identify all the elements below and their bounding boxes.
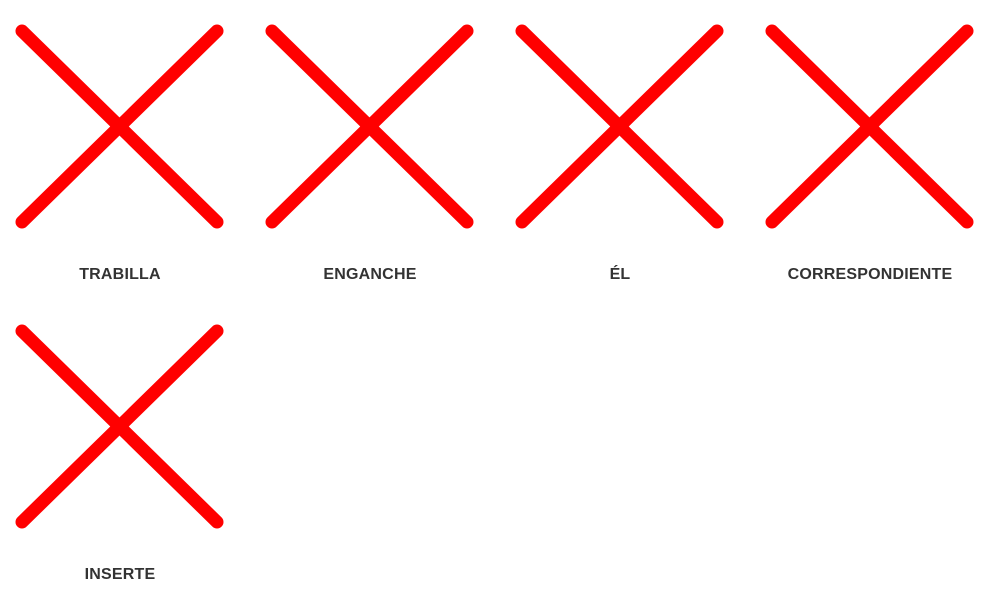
close-icon (15, 24, 224, 229)
word-label: TRABILLA (79, 266, 161, 283)
word-label: INSERTE (84, 566, 156, 583)
word-card[interactable]: TRABILLA (0, 0, 240, 300)
word-label: CORRESPONDIENTE (787, 266, 953, 283)
close-icon (515, 24, 724, 229)
word-card[interactable]: ENGANCHE (250, 0, 490, 300)
word-label: ENGANCHE (323, 266, 417, 283)
word-card[interactable]: ÉL (500, 0, 740, 300)
word-card[interactable]: INSERTE (0, 300, 240, 600)
close-icon (15, 324, 224, 529)
word-label: ÉL (609, 266, 631, 283)
word-card[interactable]: CORRESPONDIENTE (750, 0, 990, 300)
close-icon (765, 24, 974, 229)
close-icon (265, 24, 474, 229)
